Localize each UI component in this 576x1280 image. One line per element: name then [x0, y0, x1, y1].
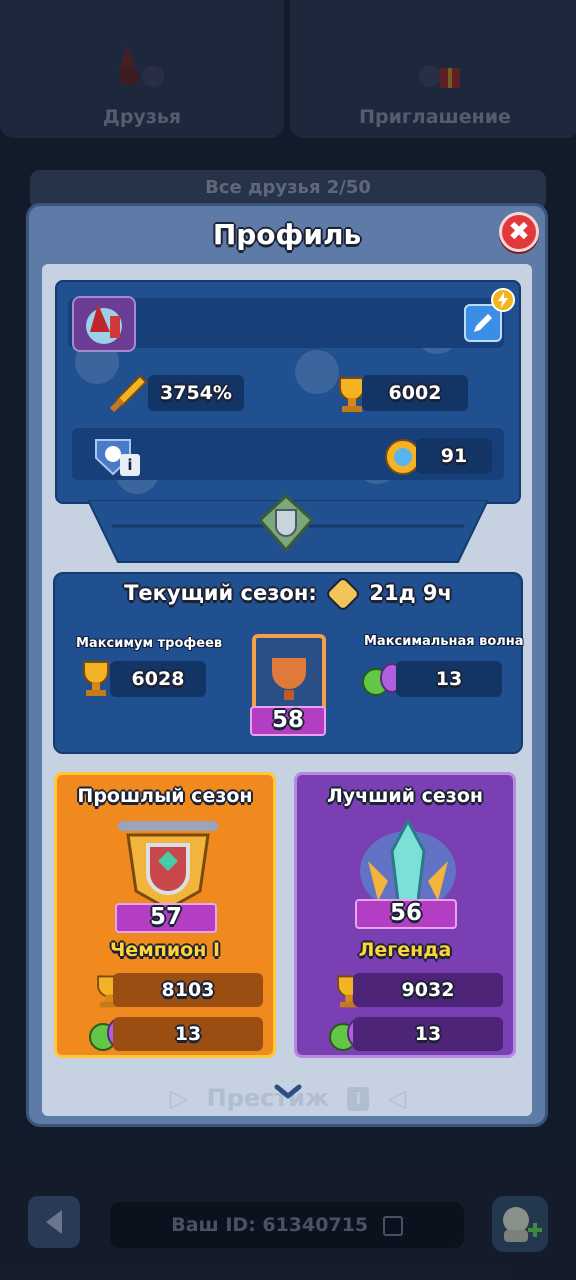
current-season-label: Текущий сезон:	[124, 581, 317, 605]
close-icon: ✖	[508, 217, 530, 247]
league-shield-icon	[258, 494, 314, 553]
season-time-left: 21д 9ч	[369, 581, 452, 605]
past-season-trophies: 8103	[113, 973, 263, 1007]
past-season-panel[interactable]: Прошлый сезон 57 Чемпион I 8103 13	[54, 772, 276, 1058]
current-season-title: Текущий сезон: 21д 9ч	[53, 575, 523, 613]
past-season-title: Прошлый сезон	[77, 785, 253, 807]
energy-badge-icon	[491, 288, 515, 312]
best-season-trophies: 9032	[353, 973, 503, 1007]
scroll-down-chevron-icon[interactable]	[274, 1084, 302, 1100]
avatar-wizard-icon	[86, 304, 122, 344]
current-season-level: 58	[250, 706, 326, 736]
clock-icon	[324, 575, 362, 613]
past-season-level: 57	[115, 903, 217, 933]
prestige-right-arrow-icon: ◁	[387, 1084, 407, 1112]
prestige-label: Престиж	[206, 1084, 330, 1112]
prestige-left-arrow-icon: ▷	[169, 1084, 189, 1112]
power-stat: 3754%	[148, 375, 244, 411]
best-season-title: Лучший сезон	[327, 785, 483, 807]
player-avatar[interactable]	[72, 296, 136, 352]
max-wave-label: Максимальная волна	[364, 634, 524, 649]
medal-stat: 91	[416, 438, 492, 474]
best-season-wave: 13	[353, 1017, 503, 1051]
prestige-info-icon: i	[347, 1087, 370, 1111]
trophy-stat: 6002	[362, 375, 468, 411]
sword-icon	[109, 374, 148, 413]
close-button[interactable]: ✖	[499, 212, 539, 252]
best-season-rank: Легенда	[358, 939, 452, 961]
past-season-rank: Чемпион I	[109, 939, 221, 961]
past-season-wave: 13	[113, 1017, 263, 1051]
best-season-level: 56	[355, 899, 457, 929]
guild-info-icon[interactable]: i	[120, 454, 140, 476]
max-wave-value: 13	[396, 661, 502, 697]
modal-title: Профиль	[212, 218, 362, 251]
max-trophies-value: 6028	[110, 661, 206, 697]
max-trophies-label: Максимум трофеев	[76, 636, 223, 651]
best-season-panel[interactable]: Лучший сезон 56 Легенда 9032 13	[294, 772, 516, 1058]
